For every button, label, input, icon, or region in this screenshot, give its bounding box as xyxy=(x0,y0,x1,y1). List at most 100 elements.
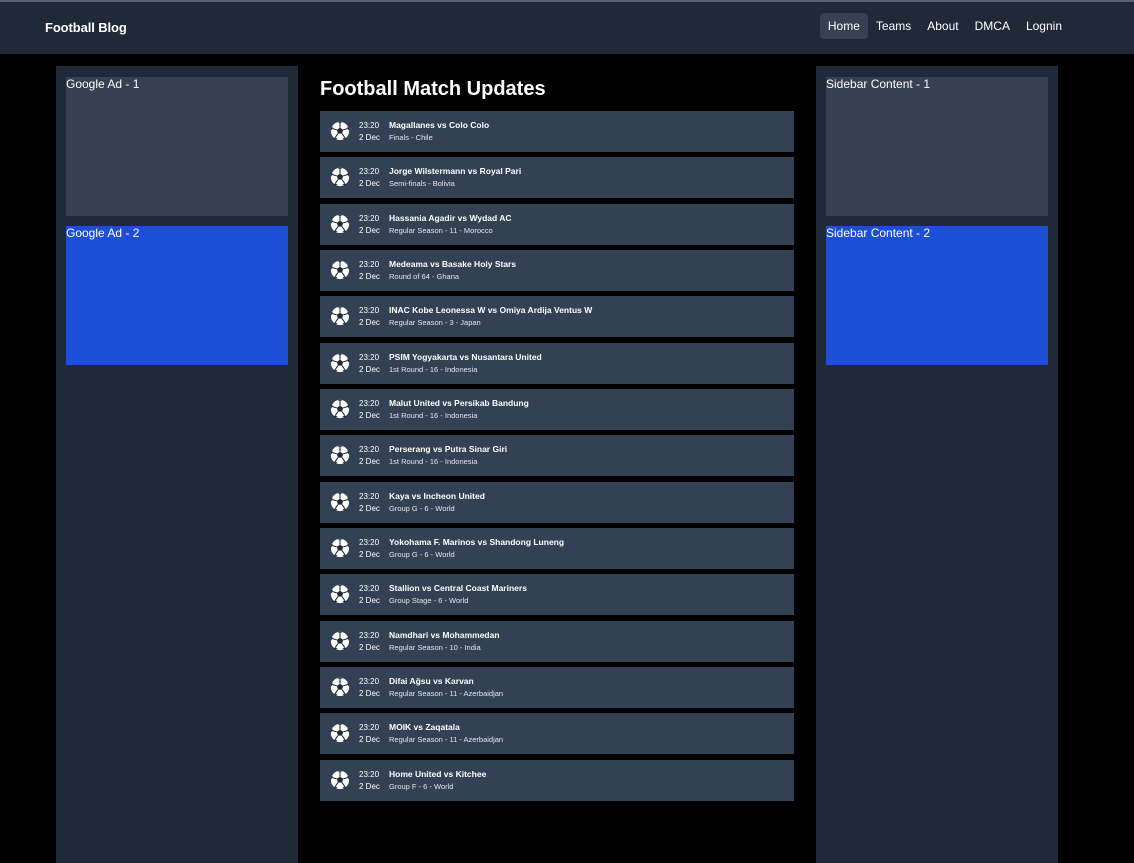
nav-dmca[interactable]: DMCA xyxy=(967,13,1018,39)
soccer-ball-icon xyxy=(330,678,350,697)
match-date: 2 Dec xyxy=(359,133,380,142)
soccer-ball-icon xyxy=(330,724,350,743)
match-subtitle: Regular Season - 3 - Japan xyxy=(389,318,481,328)
match-time: 23:20 xyxy=(359,260,380,270)
match-item[interactable]: 23:20 2 Dec Home United vs Kitchee Group… xyxy=(320,759,794,801)
match-time: 23:20 xyxy=(359,399,380,409)
match-title: Yokohama F. Marinos vs Shandong Luneng xyxy=(389,537,565,548)
nav-teams[interactable]: Teams xyxy=(868,13,919,39)
nav-links: Home Teams About DMCA Lognin xyxy=(819,13,1070,39)
match-date: 2 Dec xyxy=(359,272,380,282)
match-time: 23:20 xyxy=(359,677,380,687)
match-time: 23:20 xyxy=(359,491,380,501)
match-item[interactable]: 23:20 2 Dec Magallanes vs Colo Colo Fina… xyxy=(320,111,794,152)
match-subtitle: Round of 64 - Ghana xyxy=(389,272,460,282)
match-date: 2 Dec xyxy=(359,735,380,745)
navbar: Football Blog Home Teams About DMCA Logn… xyxy=(0,2,1134,54)
match-item[interactable]: 23:20 2 Dec INAC Kobe Leonessa W vs Omiy… xyxy=(320,296,794,338)
match-time: 23:20 xyxy=(359,121,380,130)
match-subtitle: Group Stage - 6 - World xyxy=(389,596,469,606)
match-subtitle: Regular Season - 11 - Azerbaidjan xyxy=(389,689,504,699)
match-date: 2 Dec xyxy=(359,318,380,328)
match-item[interactable]: 23:20 2 Dec Namdhari vs Mohammedan Regul… xyxy=(320,620,794,662)
match-title: Jorge Wilstermann vs Royal Pari xyxy=(389,166,522,177)
sidebar-content-2: Sidebar Content - 2 xyxy=(826,226,1048,365)
match-title: Malut United vs Persikab Bandung xyxy=(389,398,529,409)
nav-about[interactable]: About xyxy=(919,13,966,39)
match-subtitle: Group G - 6 - World xyxy=(389,550,455,560)
match-date: 2 Dec xyxy=(359,596,380,606)
match-time: 23:20 xyxy=(359,584,380,594)
match-title: Stallion vs Central Coast Mariners xyxy=(389,583,527,594)
google-ad-1[interactable]: Google Ad - 1 xyxy=(66,77,288,216)
match-subtitle: 1st Round - 16 - Indonesia xyxy=(389,411,478,421)
match-date: 2 Dec xyxy=(359,503,380,513)
match-item[interactable]: 23:20 2 Dec Malut United vs Persikab Ban… xyxy=(320,389,794,431)
match-time: 23:20 xyxy=(359,723,380,733)
match-item[interactable]: 23:20 2 Dec Medeama vs Basake Holy Stars… xyxy=(320,250,794,292)
match-subtitle: Regular Season - 11 - Azerbaidjan xyxy=(389,735,504,745)
match-title: Difai Ağsu vs Karvan xyxy=(389,676,474,687)
match-time: 23:20 xyxy=(359,213,380,223)
match-subtitle: 1st Round - 16 - Indonesia xyxy=(389,457,478,467)
match-item[interactable]: 23:20 2 Dec Kaya vs Incheon United Group… xyxy=(320,481,794,523)
match-time: 23:20 xyxy=(359,630,380,640)
match-time: 23:20 xyxy=(359,306,380,316)
match-date: 2 Dec xyxy=(359,225,380,235)
match-subtitle: Semi-finals - Bolivia xyxy=(389,179,455,189)
match-item[interactable]: 23:20 2 Dec PSIM Yogyakarta vs Nusantara… xyxy=(320,342,794,384)
nav-login[interactable]: Lognin xyxy=(1018,13,1070,39)
match-title: INAC Kobe Leonessa W vs Omiya Ardija Ven… xyxy=(389,305,593,316)
match-date: 2 Dec xyxy=(359,457,380,467)
match-title: Hassania Agadir vs Wydad AC xyxy=(389,212,512,223)
left-sidebar: Google Ad - 1 Google Ad - 2 xyxy=(56,66,298,863)
match-time: 23:20 xyxy=(359,538,380,548)
match-list: 23:20 2 Dec Magallanes vs Colo Colo Fina… xyxy=(320,111,794,806)
match-item[interactable]: 23:20 2 Dec Stallion vs Central Coast Ma… xyxy=(320,574,794,616)
soccer-ball-icon xyxy=(330,307,350,326)
match-item[interactable]: 23:20 2 Dec Yokohama F. Marinos vs Shand… xyxy=(320,528,794,570)
match-date: 2 Dec xyxy=(359,411,380,421)
match-date: 2 Dec xyxy=(359,364,380,374)
match-time: 23:20 xyxy=(359,167,380,177)
soccer-ball-icon xyxy=(330,770,350,789)
match-title: Home United vs Kitchee xyxy=(389,768,487,779)
soccer-ball-icon xyxy=(330,121,350,141)
match-subtitle: Group G - 6 - World xyxy=(389,503,455,513)
match-item[interactable]: 23:20 2 Dec Jorge Wilstermann vs Royal P… xyxy=(320,157,794,199)
match-subtitle: Regular Season - 11 - Morocco xyxy=(389,225,493,235)
match-date: 2 Dec xyxy=(359,179,380,189)
soccer-ball-icon xyxy=(330,631,350,650)
match-time: 23:20 xyxy=(359,445,380,455)
soccer-ball-icon xyxy=(330,399,350,419)
match-date: 2 Dec xyxy=(359,550,380,560)
nav-home[interactable]: Home xyxy=(819,13,868,39)
match-subtitle: Finals - Chile xyxy=(389,133,433,142)
soccer-ball-icon xyxy=(330,353,350,372)
match-title: Perserang vs Putra Sinar Giri xyxy=(389,444,508,455)
soccer-ball-icon xyxy=(330,585,350,604)
soccer-ball-icon xyxy=(330,492,350,511)
match-title: Medeama vs Basake Holy Stars xyxy=(389,259,517,270)
match-item[interactable]: 23:20 2 Dec Perserang vs Putra Sinar Gir… xyxy=(320,435,794,477)
soccer-ball-icon xyxy=(330,214,350,233)
match-item[interactable]: 23:20 2 Dec MOIK vs Zaqatala Regular Sea… xyxy=(320,713,794,755)
match-time: 23:20 xyxy=(359,769,380,779)
match-item[interactable]: 23:20 2 Dec Hassania Agadir vs Wydad AC … xyxy=(320,203,794,245)
match-item[interactable]: 23:20 2 Dec Difai Ağsu vs Karvan Regular… xyxy=(320,667,794,709)
match-subtitle: Regular Season - 10 - India xyxy=(389,642,481,652)
google-ad-2[interactable]: Google Ad - 2 xyxy=(66,226,288,365)
match-time: 23:20 xyxy=(359,352,380,362)
sidebar-content-1: Sidebar Content - 1 xyxy=(826,77,1048,216)
match-title: PSIM Yogyakarta vs Nusantara United xyxy=(389,351,542,362)
match-title: Kaya vs Incheon United xyxy=(389,490,485,501)
match-title: Namdhari vs Mohammedan xyxy=(389,629,500,640)
match-title: Magallanes vs Colo Colo xyxy=(389,120,490,130)
brand-logo[interactable]: Football Blog xyxy=(45,20,127,35)
soccer-ball-icon xyxy=(330,538,350,558)
match-title: MOIK vs Zaqatala xyxy=(389,722,460,733)
page-title: Football Match Updates xyxy=(320,78,546,100)
soccer-ball-icon xyxy=(330,260,350,280)
soccer-ball-icon xyxy=(330,446,350,465)
match-subtitle: 1st Round - 16 - Indonesia xyxy=(389,364,478,374)
